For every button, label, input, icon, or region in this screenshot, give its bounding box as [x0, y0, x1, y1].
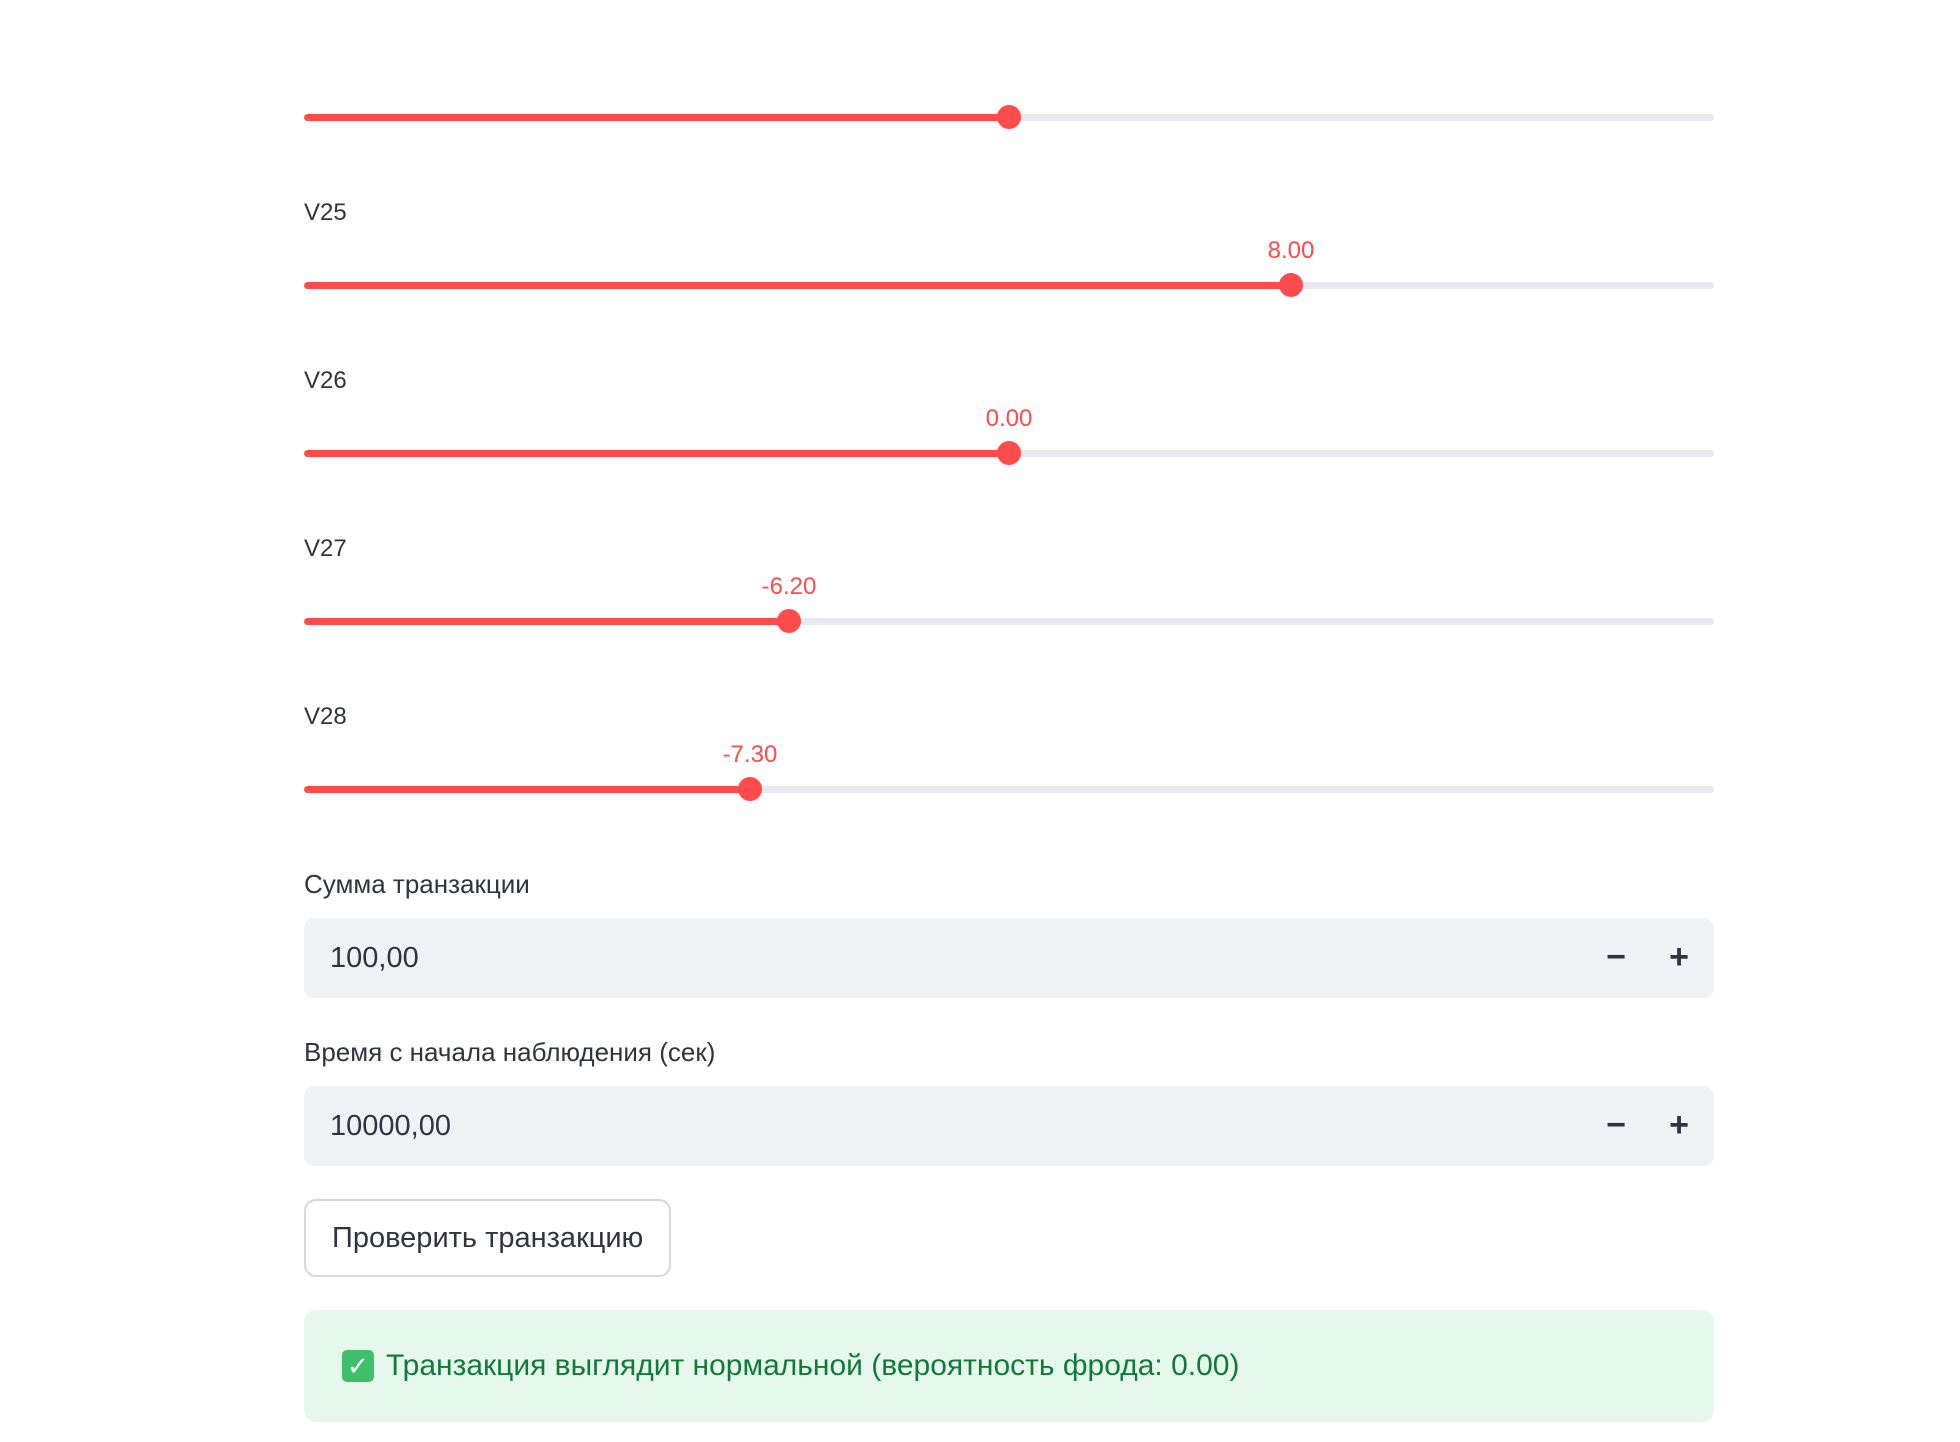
slider-thumb[interactable] [777, 609, 801, 633]
slider-thumb[interactable] [997, 105, 1021, 129]
slider-track[interactable] [304, 777, 1714, 801]
slider-label: V27 [304, 535, 347, 562]
slider-thumb[interactable] [738, 777, 762, 801]
slider-track[interactable] [304, 609, 1714, 633]
slider-label: V26 [304, 367, 347, 394]
slider-v25: V25 8.00 [304, 168, 1714, 328]
slider-value: 8.00 [1267, 237, 1315, 264]
amount-value[interactable]: 100,00 [330, 918, 419, 998]
slider-value: -6.20 [761, 573, 817, 600]
slider-v27: V27 -6.20 [304, 504, 1714, 664]
check-mark-icon: ✓ [342, 1350, 374, 1382]
slider-thumb[interactable] [997, 441, 1021, 465]
slider-fill [304, 450, 1009, 457]
amount-label: Сумма транзакции [304, 869, 530, 899]
slider-label: V25 [304, 199, 347, 226]
amount-input[interactable]: 100,00 − + [304, 918, 1714, 998]
slider-fill [304, 114, 1009, 121]
slider-v26: V26 0.00 [304, 336, 1714, 496]
time-increment-button[interactable]: + [1649, 1086, 1709, 1166]
slider-v28: V28 -7.30 [304, 672, 1714, 832]
slider-v24 [304, 0, 1714, 160]
slider-track[interactable] [304, 105, 1714, 129]
slider-thumb[interactable] [1279, 273, 1303, 297]
slider-value: -7.30 [722, 741, 778, 768]
result-alert: ✓ Транзакция выглядит нормальной (вероят… [304, 1310, 1714, 1422]
check-transaction-button[interactable]: Проверить транзакцию [304, 1199, 672, 1277]
slider-track[interactable] [304, 273, 1714, 297]
time-decrement-button[interactable]: − [1586, 1086, 1646, 1166]
time-value[interactable]: 10000,00 [330, 1086, 451, 1166]
result-message: Транзакция выглядит нормальной (вероятно… [386, 1349, 1240, 1382]
slider-fill [304, 786, 750, 793]
time-input[interactable]: 10000,00 − + [304, 1086, 1714, 1166]
amount-increment-button[interactable]: + [1649, 918, 1709, 998]
slider-label: V28 [304, 703, 347, 730]
amount-decrement-button[interactable]: − [1586, 918, 1646, 998]
slider-track[interactable] [304, 441, 1714, 465]
time-label: Время с начала наблюдения (сек) [304, 1037, 716, 1067]
slider-fill [304, 618, 789, 625]
slider-value: 0.00 [985, 405, 1033, 432]
slider-fill [304, 282, 1291, 289]
